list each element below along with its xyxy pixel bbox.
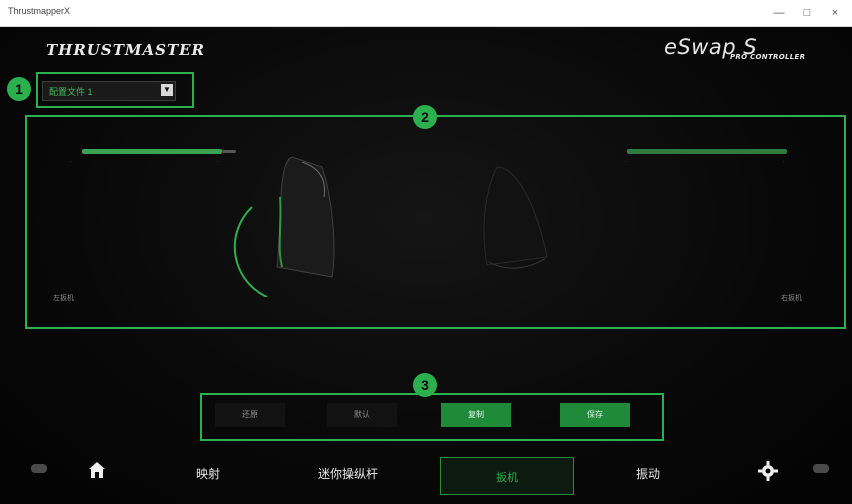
callout-badge-2: 2	[413, 105, 437, 129]
nav-mini-stick[interactable]: 迷你操纵杆	[318, 465, 378, 482]
eswap-logo: eSwap S PRO CONTROLLER	[664, 35, 805, 61]
bottom-navigation: 映射 迷你操纵杆 扳机 振动	[0, 445, 852, 504]
default-button[interactable]: 默认	[327, 403, 397, 427]
window-title: ThrustmapperX	[8, 6, 71, 16]
save-button[interactable]: 保存	[560, 403, 630, 427]
trigger-panel: · · · · 左扳机 右扳机	[25, 115, 846, 329]
nav-trigger[interactable]: 扳机	[440, 457, 574, 495]
restore-button[interactable]: 还原	[215, 403, 285, 427]
app-window: THRUSTMASTER eSwap S PRO CONTROLLER 配置文件…	[0, 27, 852, 504]
controller-right-icon[interactable]	[812, 461, 830, 475]
close-button[interactable]: ×	[824, 4, 846, 22]
window-titlebar: ThrustmapperX — □ ×	[0, 0, 852, 27]
left-trigger-label: 左扳机	[53, 295, 74, 302]
left-bar-tick: ·	[70, 159, 72, 165]
thrustmaster-logo: THRUSTMASTER	[46, 41, 206, 59]
controller-left-icon[interactable]	[30, 461, 48, 475]
right-trigger-label: 右扳机	[781, 295, 802, 302]
gear-icon[interactable]	[758, 461, 778, 481]
controller-left-trigger-illustration	[233, 156, 335, 297]
nav-trigger-label: 扳机	[496, 472, 518, 484]
right-bar-tick: ·	[625, 159, 627, 165]
callout-box-1	[36, 72, 194, 108]
controller-right-trigger-illustration	[483, 166, 548, 269]
left-bar-tick: ·	[217, 159, 219, 165]
nav-vibration[interactable]: 振动	[636, 465, 660, 482]
home-icon[interactable]	[88, 461, 106, 479]
minimize-button[interactable]: —	[768, 4, 790, 22]
nav-mapping[interactable]: 映射	[196, 465, 220, 482]
callout-badge-1: 1	[7, 77, 31, 101]
maximize-button[interactable]: □	[796, 4, 818, 22]
right-trigger-range-bar[interactable]	[627, 149, 787, 154]
copy-button[interactable]: 复制	[441, 403, 511, 427]
callout-badge-3: 3	[413, 373, 437, 397]
left-trigger-range-bar[interactable]	[82, 149, 222, 154]
product-subtitle: PRO CONTROLLER	[730, 53, 806, 61]
right-bar-tick: ·	[783, 159, 785, 165]
